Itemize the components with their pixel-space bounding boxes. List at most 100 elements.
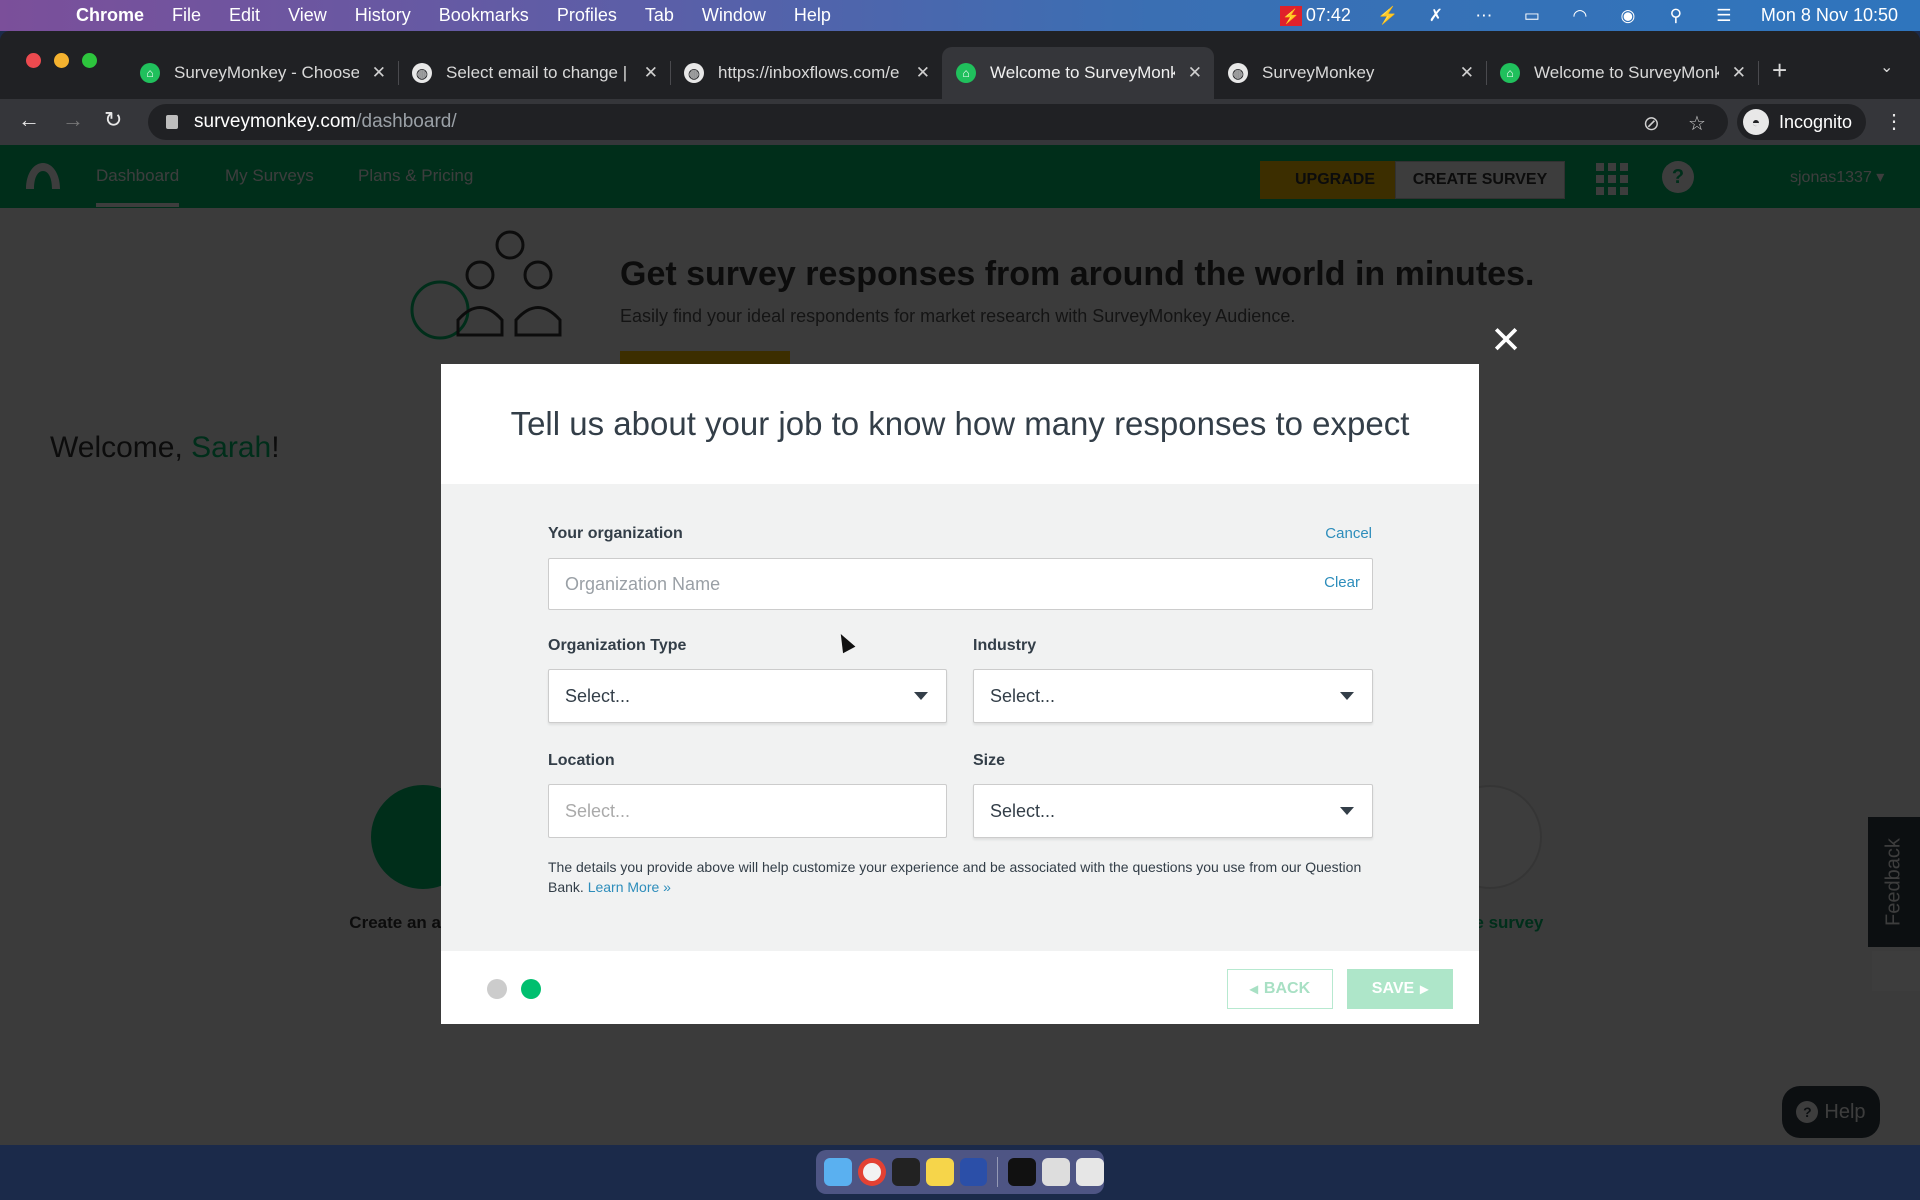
save-button[interactable]: SAVE ▸: [1347, 969, 1453, 1009]
more-menu-icon[interactable]: ⋮: [1884, 109, 1904, 134]
new-tab-button[interactable]: +: [1772, 55, 1787, 86]
screen-recording-thumbnail-icon[interactable]: [1008, 1158, 1037, 1186]
globe-icon: ◍: [684, 63, 704, 83]
clock[interactable]: Mon 8 Nov 10:50: [1761, 5, 1898, 26]
organization-name-input[interactable]: Organization Name Clear: [548, 558, 1373, 610]
browser-tab[interactable]: ⌂ SurveyMonkey - Choose ✕: [126, 47, 398, 99]
location-label: Location: [548, 752, 615, 769]
back-button[interactable]: ◂ BACK: [1227, 969, 1333, 1009]
org-label: Your organization: [548, 525, 683, 542]
minimize-window-button[interactable]: [54, 53, 69, 68]
thunderbolt-app-icon[interactable]: [959, 1158, 988, 1186]
close-tab-icon[interactable]: ✕: [916, 63, 930, 83]
chrome-icon[interactable]: [857, 1158, 886, 1186]
control-center-icon[interactable]: ☰: [1713, 5, 1735, 27]
bookmark-star-icon[interactable]: ☆: [1688, 111, 1706, 136]
browser-tab-active[interactable]: ⌂ Welcome to SurveyMonk ✕: [942, 47, 1214, 99]
close-tab-icon[interactable]: ✕: [1732, 63, 1746, 83]
close-tab-icon[interactable]: ✕: [372, 63, 386, 83]
learn-more-link[interactable]: Learn More »: [588, 879, 671, 895]
save-label: SAVE: [1371, 980, 1415, 997]
finder-icon[interactable]: [824, 1158, 852, 1186]
tab-divider: [1758, 61, 1759, 85]
browser-tab[interactable]: ◍ Select email to change | ✕: [398, 47, 670, 99]
tab-title: SurveyMonkey - Choose: [174, 63, 359, 82]
window-controls: [26, 53, 97, 68]
size-label: Size: [973, 752, 1006, 769]
org-placeholder: Organization Name: [565, 573, 721, 594]
tab-strip: ⌂ SurveyMonkey - Choose ✕ ◍ Select email…: [0, 31, 1920, 99]
bolt-icon[interactable]: ⚡: [1377, 5, 1399, 27]
tab-title: https://inboxflows.com/e: [718, 63, 900, 82]
menu-history[interactable]: History: [355, 5, 411, 26]
menu-bookmarks[interactable]: Bookmarks: [439, 5, 529, 26]
close-window-button[interactable]: [26, 53, 41, 68]
clear-button[interactable]: Clear: [1324, 574, 1360, 591]
menu-profiles[interactable]: Profiles: [557, 5, 617, 26]
location-input[interactable]: Select...: [548, 784, 947, 838]
location-placeholder: Select...: [565, 800, 631, 821]
dock-divider: [997, 1157, 999, 1187]
incognito-label: Incognito: [1779, 111, 1853, 132]
url-host: surveymonkey.com: [194, 111, 357, 132]
forward-arrow-icon[interactable]: →: [62, 107, 84, 133]
screen-recorder-status[interactable]: ⚡ 07:42: [1279, 5, 1351, 26]
industry-label: Industry: [973, 637, 1037, 654]
user-icon[interactable]: ◉: [1617, 5, 1639, 27]
close-tab-icon[interactable]: ✕: [644, 63, 658, 83]
tab-search-chevron-icon[interactable]: ⌄: [1880, 57, 1893, 77]
globe-icon: ◍: [412, 63, 432, 83]
browser-tab[interactable]: ◍ SurveyMonkey ✕: [1214, 47, 1486, 99]
eye-off-icon[interactable]: ⊘: [1643, 111, 1660, 136]
macos-dock: [816, 1150, 1105, 1194]
menu-window[interactable]: Window: [702, 5, 766, 26]
browser-tab[interactable]: ⌂ Welcome to SurveyMonk ✕: [1486, 47, 1758, 99]
trash-icon[interactable]: [1076, 1158, 1105, 1186]
caret-left-icon: ◂: [1249, 981, 1258, 998]
notes-icon[interactable]: [925, 1158, 954, 1186]
surveymonkey-icon: ⌂: [140, 63, 160, 83]
size-value: Select...: [990, 800, 1056, 821]
caret-down-icon: [1340, 807, 1354, 815]
spotlight-search-icon[interactable]: ⚲: [1665, 5, 1687, 27]
caret-down-icon: [914, 692, 928, 700]
close-tab-icon[interactable]: ✕: [1460, 63, 1474, 83]
menu-view[interactable]: View: [288, 5, 327, 26]
back-arrow-icon[interactable]: ←: [18, 107, 40, 133]
menu-app-name[interactable]: Chrome: [76, 5, 144, 26]
wifi-icon[interactable]: ◠: [1569, 5, 1591, 27]
terminal-icon[interactable]: [891, 1158, 920, 1186]
globe-icon: ◍: [1228, 63, 1248, 83]
recording-time: 07:42: [1305, 5, 1351, 25]
display-icon[interactable]: ⋯: [1473, 5, 1495, 27]
document-stack-icon[interactable]: [1042, 1158, 1071, 1186]
zoom-window-button[interactable]: [82, 53, 97, 68]
menu-help[interactable]: Help: [794, 5, 831, 26]
industry-value: Select...: [990, 685, 1056, 706]
close-modal-icon[interactable]: ✕: [1490, 322, 1522, 360]
surveymonkey-icon: ⌂: [956, 63, 976, 83]
bluetooth-icon[interactable]: ✗: [1425, 5, 1447, 27]
size-select[interactable]: Select...: [973, 784, 1373, 838]
reload-icon[interactable]: ↻: [104, 107, 122, 133]
incognito-profile-button[interactable]: ◓ Incognito: [1737, 104, 1867, 140]
surveymonkey-icon: ⌂: [1500, 63, 1520, 83]
modal-body: Your organization Cancel Organization Na…: [441, 484, 1479, 951]
menu-edit[interactable]: Edit: [229, 5, 260, 26]
caret-right-icon: ▸: [1420, 981, 1429, 998]
org-type-label: Organization Type: [548, 637, 687, 654]
cancel-link[interactable]: Cancel: [1325, 525, 1372, 542]
close-tab-icon[interactable]: ✕: [1188, 63, 1202, 83]
battery-icon[interactable]: ▭: [1521, 5, 1543, 27]
lock-icon[interactable]: [166, 115, 178, 129]
address-bar[interactable]: surveymonkey.com /dashboard/: [148, 104, 1728, 140]
browser-tab[interactable]: ◍ https://inboxflows.com/e ✕: [670, 47, 942, 99]
industry-select[interactable]: Select...: [973, 669, 1373, 723]
tab-title: SurveyMonkey: [1262, 63, 1375, 82]
url-path: /dashboard/: [356, 111, 457, 132]
tab-title: Welcome to SurveyMonk: [990, 63, 1175, 82]
record-icon: ⚡: [1279, 5, 1302, 26]
menu-file[interactable]: File: [172, 5, 201, 26]
menu-tab[interactable]: Tab: [645, 5, 674, 26]
organization-type-select[interactable]: Select...: [548, 669, 947, 723]
